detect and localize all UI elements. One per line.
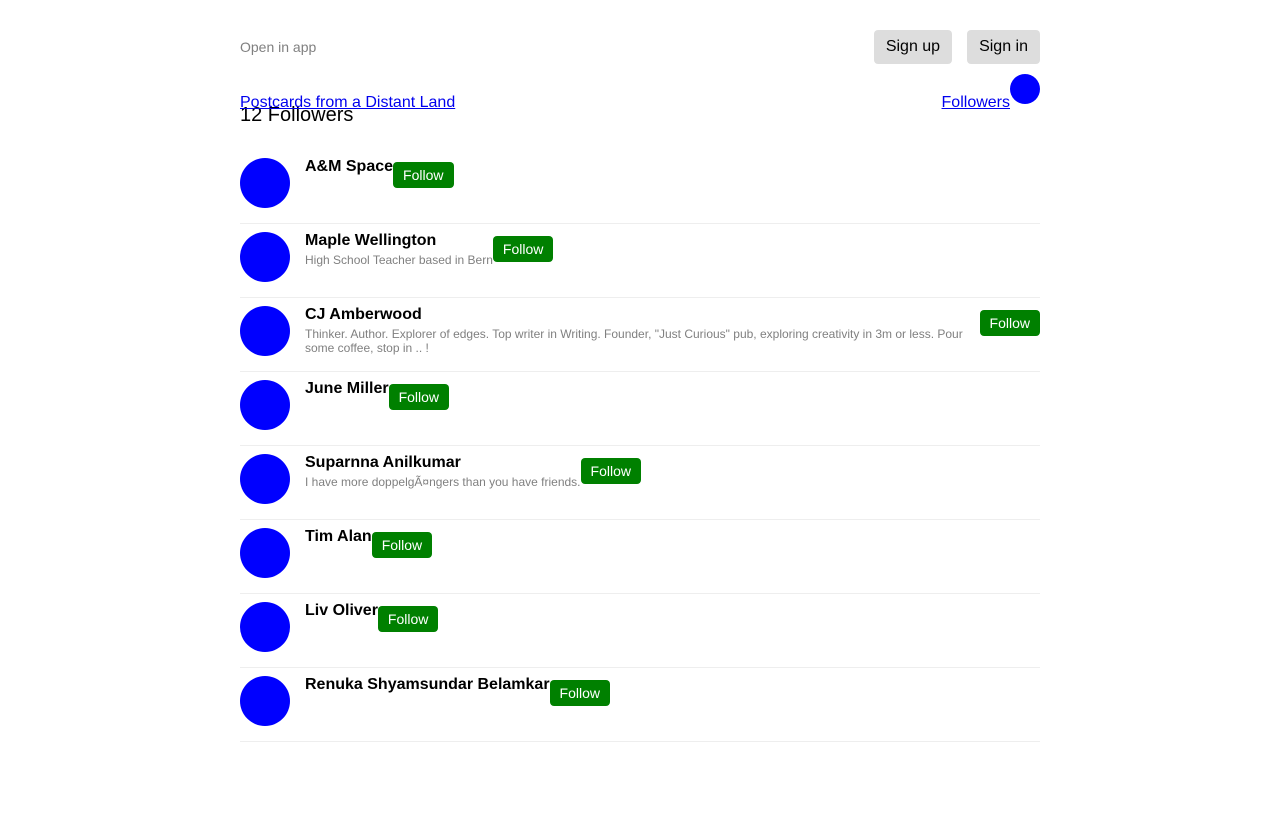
follower-text: Suparnna Anilkumar I have more doppelgÃ¤n… [305, 454, 581, 489]
follower-info: Suparnna Anilkumar I have more doppelgÃ¤n… [305, 454, 1040, 489]
follower-item: Maple Wellington High School Teacher base… [240, 224, 1040, 298]
follower-item: Tim Alan Follow [240, 520, 1040, 594]
follower-info: Liv Oliver Follow [305, 602, 1040, 632]
follow-button[interactable]: Follow [377, 606, 439, 632]
follower-info: Maple Wellington High School Teacher base… [305, 232, 1040, 267]
follower-info: A&M Space Follow [305, 158, 1040, 188]
auth-buttons: Sign up Sign in [873, 30, 1040, 64]
follower-text: A&M Space [305, 158, 393, 176]
follower-text: Maple Wellington High School Teacher base… [305, 232, 493, 267]
publication-title-link[interactable]: Postcards from a Distant Land [240, 94, 455, 111]
follower-name[interactable]: Tim Alan [305, 528, 372, 546]
sign-in-button[interactable]: Sign in [967, 30, 1040, 64]
follower-avatar[interactable] [240, 454, 290, 504]
follower-text: Tim Alan [305, 528, 372, 546]
follower-name[interactable]: Liv Oliver [305, 602, 378, 620]
follower-text: Liv Oliver [305, 602, 378, 620]
publication-header: Postcards from a Distant Land Followers [240, 74, 1040, 111]
follower-text: Renuka Shyamsundar Belamkar [305, 676, 550, 694]
follow-button[interactable]: Follow [979, 310, 1040, 336]
followers-nav: Followers [942, 74, 1040, 111]
follower-avatar[interactable] [240, 380, 290, 430]
follower-info: CJ Amberwood Thinker. Author. Explorer of… [305, 306, 1040, 355]
follow-button[interactable]: Follow [492, 236, 554, 262]
publication-avatar[interactable] [1010, 74, 1040, 104]
follower-item: CJ Amberwood Thinker. Author. Explorer of… [240, 298, 1040, 372]
sign-up-button[interactable]: Sign up [873, 30, 953, 64]
follower-info: Renuka Shyamsundar Belamkar Follow [305, 676, 1040, 706]
follower-bio: Thinker. Author. Explorer of edges. Top … [305, 327, 963, 355]
followers-list: A&M Space Follow Maple Wellington High Scho… [240, 150, 1040, 742]
follower-avatar[interactable] [240, 158, 290, 208]
follower-avatar[interactable] [240, 528, 290, 578]
follower-info: Tim Alan Follow [305, 528, 1040, 558]
follower-text: June Miller [305, 380, 389, 398]
follower-item: Renuka Shyamsundar Belamkar Follow [240, 668, 1040, 742]
follower-name[interactable]: June Miller [305, 380, 389, 398]
follower-avatar[interactable] [240, 676, 290, 726]
follow-button[interactable]: Follow [388, 384, 450, 410]
followers-link[interactable]: Followers [942, 94, 1010, 111]
follower-text: CJ Amberwood Thinker. Author. Explorer of… [305, 306, 970, 355]
open-in-app-link[interactable]: Open in app [240, 39, 316, 55]
follower-bio: I have more doppelgÃ¤ngers than you have… [305, 475, 581, 489]
follow-button[interactable]: Follow [580, 458, 641, 484]
page: Open in app Sign up Sign in Postcards fr… [240, 0, 1040, 742]
follower-name[interactable]: Renuka Shyamsundar Belamkar [305, 676, 550, 694]
top-bar: Open in app Sign up Sign in [240, 30, 1040, 64]
follower-name[interactable]: A&M Space [305, 158, 393, 176]
follow-button[interactable]: Follow [549, 680, 611, 706]
follower-info: June Miller Follow [305, 380, 1040, 410]
follower-item: June Miller Follow [240, 372, 1040, 446]
follower-name[interactable]: Suparnna Anilkumar [305, 454, 581, 472]
follower-bio: High School Teacher based in Bern [305, 253, 493, 267]
follow-button[interactable]: Follow [393, 162, 454, 188]
follow-button[interactable]: Follow [371, 532, 433, 558]
follower-avatar[interactable] [240, 602, 290, 652]
follower-item: Suparnna Anilkumar I have more doppelgÃ¤n… [240, 446, 1040, 520]
follower-avatar[interactable] [240, 232, 290, 282]
follower-item: Liv Oliver Follow [240, 594, 1040, 668]
follower-avatar[interactable] [240, 306, 290, 356]
follower-item: A&M Space Follow [240, 150, 1040, 224]
follower-name[interactable]: CJ Amberwood [305, 306, 970, 324]
follower-name[interactable]: Maple Wellington [305, 232, 493, 250]
